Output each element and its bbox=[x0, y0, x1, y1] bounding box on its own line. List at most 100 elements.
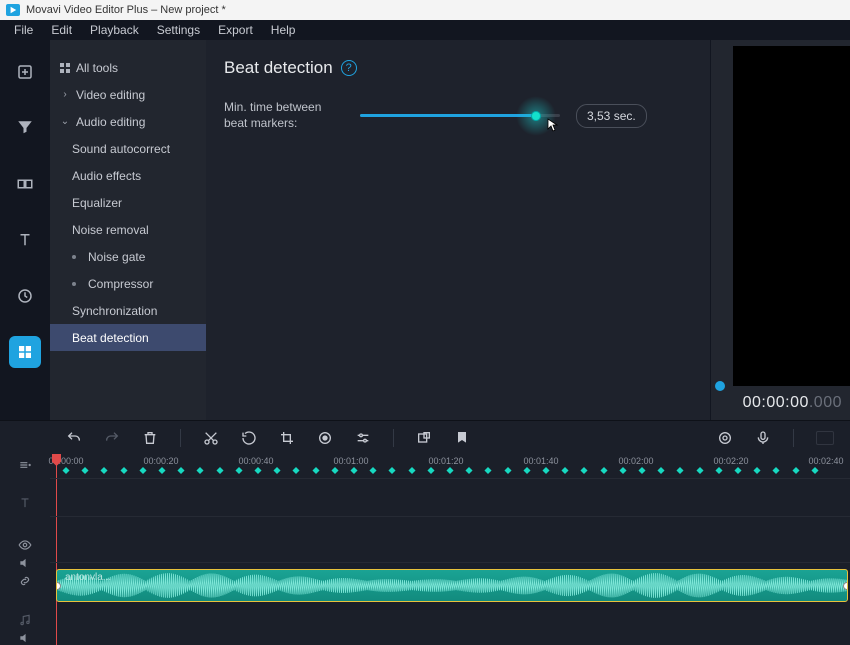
sidebar-item-sound-autocorrect[interactable]: Sound autocorrect bbox=[50, 135, 206, 162]
undo-icon[interactable] bbox=[66, 430, 82, 446]
menu-edit[interactable]: Edit bbox=[51, 23, 72, 37]
delete-icon[interactable] bbox=[142, 430, 158, 446]
beat-marker-icon bbox=[504, 467, 511, 474]
track-video[interactable] bbox=[50, 516, 850, 562]
sidebar-item-compressor[interactable]: Compressor bbox=[50, 270, 206, 297]
left-iconstrip bbox=[0, 40, 50, 420]
play-indicator-icon[interactable] bbox=[715, 381, 725, 391]
app-icon bbox=[6, 4, 20, 16]
sidebar-item-equalizer[interactable]: Equalizer bbox=[50, 189, 206, 216]
beat-marker-icon bbox=[274, 467, 281, 474]
sidebar-item-audio-effects[interactable]: Audio effects bbox=[50, 162, 206, 189]
cut-icon[interactable] bbox=[203, 430, 219, 446]
mic-icon[interactable] bbox=[755, 430, 771, 446]
beat-marker-icon bbox=[158, 467, 165, 474]
beat-marker-icon bbox=[696, 467, 703, 474]
redo-icon[interactable] bbox=[104, 430, 120, 446]
ruler-tick: 00:02:20 bbox=[713, 456, 748, 466]
window-titlebar: Movavi Video Editor Plus – New project * bbox=[0, 0, 850, 20]
speaker-icon[interactable] bbox=[18, 631, 32, 645]
speaker-icon[interactable] bbox=[18, 556, 32, 570]
track-controls-1 bbox=[18, 496, 32, 510]
menu-help[interactable]: Help bbox=[271, 23, 296, 37]
sidebar-all-tools-label: All tools bbox=[76, 61, 118, 75]
sidebar-item-noise-gate[interactable]: Noise gate bbox=[50, 243, 206, 270]
beat-marker-icon bbox=[773, 467, 780, 474]
sidebar-audio-editing[interactable]: ⌄ Audio editing bbox=[50, 108, 206, 135]
slider-label: Min. time between beat markers: bbox=[224, 100, 344, 131]
record-icon[interactable] bbox=[317, 430, 333, 446]
sidebar-item-synchronization[interactable]: Synchronization bbox=[50, 297, 206, 324]
beat-marker-icon bbox=[446, 467, 453, 474]
beat-marker-icon bbox=[619, 467, 626, 474]
menu-file[interactable]: File bbox=[14, 23, 33, 37]
slider-thumb[interactable] bbox=[524, 104, 548, 128]
titles-icon[interactable] bbox=[9, 224, 41, 256]
eye-icon[interactable] bbox=[18, 538, 32, 552]
crop-icon[interactable] bbox=[279, 430, 295, 446]
beat-marker-icon bbox=[811, 467, 818, 474]
help-icon[interactable]: ? bbox=[341, 60, 357, 76]
adjust-icon[interactable] bbox=[355, 430, 371, 446]
audio-clip-name: antonvla... bbox=[65, 572, 111, 583]
more-tools-icon[interactable] bbox=[9, 336, 41, 368]
ruler-tick: 00:00:40 bbox=[238, 456, 273, 466]
separator bbox=[393, 429, 394, 447]
clip-handle-right[interactable] bbox=[843, 582, 848, 590]
slider-value: 3,53 sec. bbox=[576, 104, 647, 128]
beat-marker-icon bbox=[139, 467, 146, 474]
link-icon[interactable] bbox=[18, 574, 32, 588]
timeline-body[interactable]: 00:00:0000:00:2000:00:4000:01:0000:01:20… bbox=[50, 454, 850, 645]
camera-icon[interactable] bbox=[717, 430, 733, 446]
menu-settings[interactable]: Settings bbox=[157, 23, 200, 37]
beat-marker-icon bbox=[754, 467, 761, 474]
menubar: File Edit Playback Settings Export Help bbox=[0, 20, 850, 40]
beat-marker-icon bbox=[178, 467, 185, 474]
beat-marker-icon bbox=[254, 467, 261, 474]
view-mode-icon[interactable] bbox=[816, 431, 834, 445]
beat-marker-icon bbox=[408, 467, 415, 474]
beat-marker-icon bbox=[523, 467, 530, 474]
menu-export[interactable]: Export bbox=[218, 23, 253, 37]
preview-screen[interactable] bbox=[733, 46, 850, 386]
music-track-icon[interactable] bbox=[18, 613, 32, 627]
rotate-icon[interactable] bbox=[241, 430, 257, 446]
beat-marker-icon bbox=[734, 467, 741, 474]
ruler-tick: 00:00:20 bbox=[143, 456, 178, 466]
filters-icon[interactable] bbox=[9, 112, 41, 144]
chevron-down-icon: ⌄ bbox=[60, 116, 70, 127]
beat-marker-icon bbox=[197, 467, 204, 474]
transitions-icon[interactable] bbox=[9, 168, 41, 200]
beat-marker-icon bbox=[216, 467, 223, 474]
timeline-ruler[interactable]: 00:00:0000:00:2000:00:4000:01:0000:01:20… bbox=[50, 454, 850, 478]
track-audio[interactable]: antonvla... bbox=[50, 562, 850, 608]
beat-detection-panel: Beat detection ? Min. time between beat … bbox=[206, 40, 710, 420]
audio-clip[interactable]: antonvla... bbox=[56, 569, 848, 602]
sidebar-item-beat-detection[interactable]: Beat detection bbox=[50, 324, 206, 351]
beat-marker-icon bbox=[331, 467, 338, 474]
beat-marker-icon bbox=[600, 467, 607, 474]
add-track-icon[interactable] bbox=[14, 458, 36, 472]
separator bbox=[793, 429, 794, 447]
clip-props-icon[interactable] bbox=[416, 430, 432, 446]
track-titles[interactable] bbox=[50, 478, 850, 516]
beat-marker-icon bbox=[677, 467, 684, 474]
sidebar-all-tools[interactable]: All tools bbox=[50, 54, 206, 81]
dot-icon bbox=[72, 282, 76, 286]
beat-marker-icon bbox=[638, 467, 645, 474]
stickers-icon[interactable] bbox=[9, 280, 41, 312]
sidebar-video-editing[interactable]: › Video editing bbox=[50, 81, 206, 108]
beat-marker-icon bbox=[370, 467, 377, 474]
timeline-left-gutter bbox=[0, 454, 50, 645]
beat-marker-icon bbox=[485, 467, 492, 474]
sidebar-item-noise-removal[interactable]: Noise removal bbox=[50, 216, 206, 243]
clip-handle-left[interactable] bbox=[56, 582, 61, 590]
cursor-icon bbox=[547, 118, 559, 132]
marker-icon[interactable] bbox=[454, 430, 470, 446]
ruler-tick: 00:01:20 bbox=[428, 456, 463, 466]
beat-interval-slider[interactable] bbox=[360, 114, 560, 117]
text-track-icon[interactable] bbox=[18, 496, 32, 510]
menu-playback[interactable]: Playback bbox=[90, 23, 139, 37]
add-media-icon[interactable] bbox=[9, 56, 41, 88]
beat-marker-icon bbox=[715, 467, 722, 474]
